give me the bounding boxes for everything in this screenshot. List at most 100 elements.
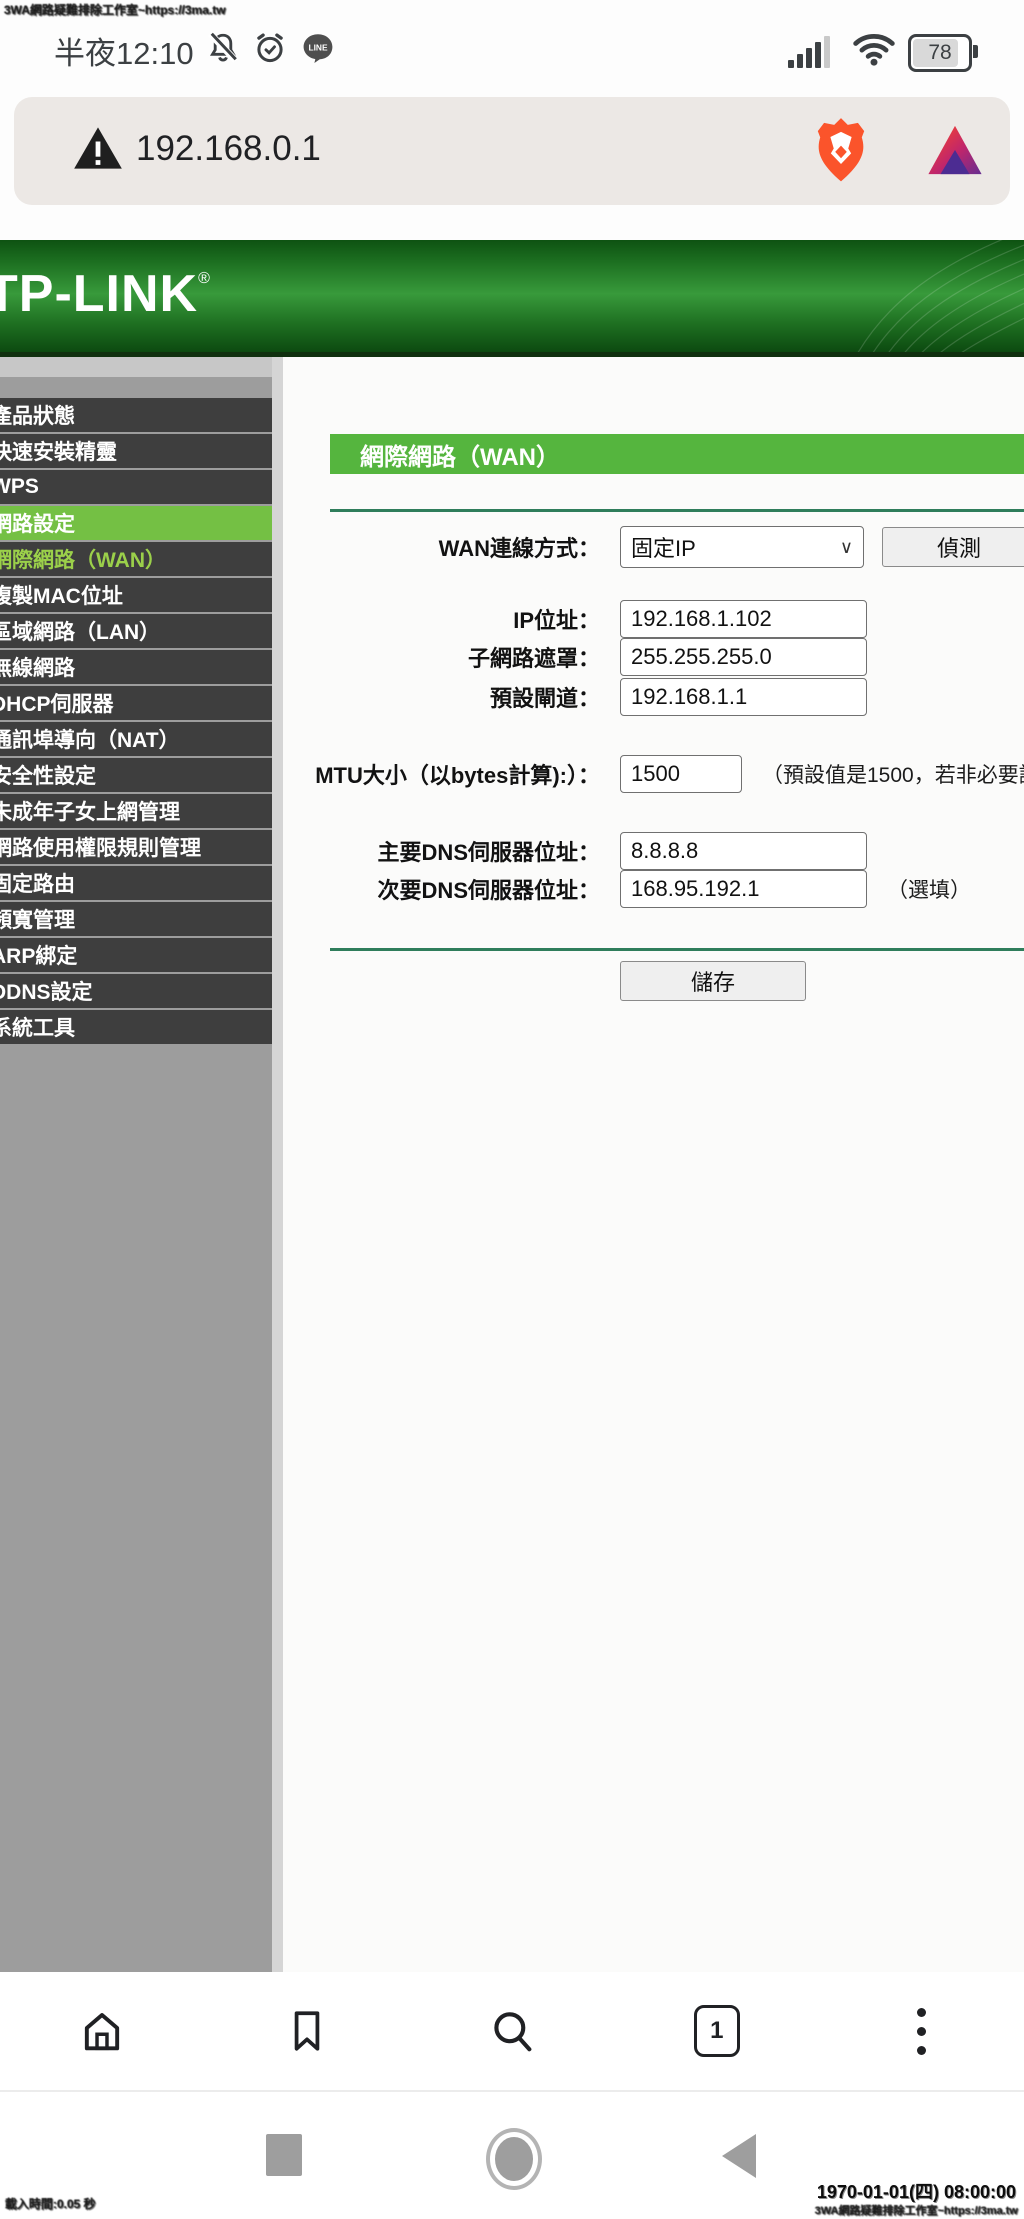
gateway-row: 預設閘道： — [283, 678, 867, 716]
bell-muted-icon — [205, 30, 241, 71]
ip-row: IP位址： — [283, 600, 867, 638]
sidebar-item[interactable]: DHCP伺服器 — [0, 686, 272, 720]
bookmark-icon[interactable] — [277, 2001, 337, 2061]
wan-type-select[interactable]: 固定IP ∨ — [620, 526, 864, 568]
sidebar-item-label: 複製MAC位址 — [0, 580, 123, 610]
back-button[interactable] — [722, 2134, 756, 2178]
battery-percent: 78 — [911, 37, 969, 69]
watermark-top: 3WA網路疑難排除工作室~https://3ma.tw — [4, 1, 226, 18]
tab-count: 1 — [694, 2005, 740, 2057]
dns1-label: 主要DNS伺服器位址： — [283, 835, 600, 867]
sidebar-item-label: 產品狀態 — [0, 400, 75, 430]
sidebar-item-label: ARP綁定 — [0, 940, 77, 970]
sidebar-item[interactable]: DDNS設定 — [0, 974, 272, 1008]
dns2-row: 次要DNS伺服器位址： （選填） — [283, 870, 971, 908]
sidebar-item-label: 通訊埠導向（NAT） — [0, 724, 180, 754]
banner-decoration — [634, 240, 1024, 352]
sidebar-top-strip — [0, 357, 272, 377]
tab-switcher-button[interactable]: 1 — [687, 2001, 747, 2061]
datetime-text: 1970-01-01(四) 08:00:00 — [817, 2178, 1016, 2204]
sidebar-item-label: 頻寬管理 — [0, 904, 75, 934]
page-title-bar: 網際網路（WAN） — [330, 434, 1024, 474]
dns2-input[interactable] — [620, 870, 867, 908]
sidebar-item-label: 網路使用權限規則管理 — [0, 832, 201, 862]
address-bar[interactable]: 192.168.0.1 — [14, 97, 1010, 205]
sidebar-item[interactable]: ARP綁定 — [0, 938, 272, 972]
warning-triangle-icon[interactable] — [72, 123, 124, 178]
gateway-label: 預設閘道： — [283, 681, 600, 713]
detect-button[interactable]: 偵測 — [882, 527, 1024, 567]
chevron-down-icon: ∨ — [840, 537, 853, 558]
sidebar-item-label: 固定路由 — [0, 868, 75, 898]
dns2-note: （選填） — [887, 874, 971, 904]
mtu-input[interactable] — [620, 755, 742, 793]
sidebar-item[interactable]: 安全性設定 — [0, 758, 272, 792]
sidebar-item[interactable]: 頻寬管理 — [0, 902, 272, 936]
sidebar-item-label: 系統工具 — [0, 1012, 75, 1042]
dns1-input[interactable] — [620, 832, 867, 870]
sidebar-item[interactable]: 網路使用權限規則管理 — [0, 830, 272, 864]
watermark-bottom: 3WA網路疑難排除工作室~https://3ma.tw — [815, 2202, 1018, 2218]
wan-type-row: WAN連線方式： 固定IP ∨ 偵測 — [283, 526, 1024, 568]
menu-dots-icon[interactable] — [892, 2001, 952, 2061]
recents-button[interactable] — [266, 2134, 302, 2176]
home-button[interactable] — [486, 2128, 542, 2190]
sidebar-item[interactable]: 網際網路（WAN） — [0, 542, 272, 576]
home-icon[interactable] — [72, 2001, 132, 2061]
sidebar-item-label: 安全性設定 — [0, 760, 96, 790]
page-title: 網際網路（WAN） — [360, 437, 560, 472]
subnet-mask-input[interactable] — [620, 638, 867, 676]
ip-input[interactable] — [620, 600, 867, 638]
save-button[interactable]: 儲存 — [620, 961, 806, 1001]
brave-lion-icon[interactable] — [812, 115, 870, 190]
separator-line — [330, 509, 1024, 512]
sidebar-item[interactable]: 固定路由 — [0, 866, 272, 900]
sidebar-item-label: 網際網路（WAN） — [0, 544, 166, 574]
sidebar-item-label: 網路設定 — [0, 508, 75, 538]
load-time-text: 載入時間:0.05 秒 — [5, 2195, 96, 2212]
separator-line — [330, 948, 1024, 951]
bat-rewards-icon[interactable] — [926, 123, 984, 182]
sidebar-item[interactable]: 通訊埠導向（NAT） — [0, 722, 272, 756]
sidebar-item[interactable]: 無線網路 — [0, 650, 272, 684]
ip-label: IP位址： — [283, 603, 600, 635]
line-app-icon: LINE — [300, 30, 336, 71]
sidebar-item[interactable]: 網路設定 — [0, 506, 272, 540]
sidebar-item[interactable]: 複製MAC位址 — [0, 578, 272, 612]
sidebar-item[interactable]: 快速安裝精靈 — [0, 434, 272, 468]
sidebar-item-label: 未成年子女上網管理 — [0, 796, 180, 826]
mtu-note: （預設值是1500，若非必要請勿更 — [762, 759, 1024, 789]
sidebar-item-label: DDNS設定 — [0, 976, 93, 1006]
sidebar-item[interactable]: 系統工具 — [0, 1010, 272, 1044]
svg-text:LINE: LINE — [308, 43, 327, 53]
wan-type-label: WAN連線方式： — [283, 531, 600, 563]
tplink-logo: TP-LINK® — [0, 264, 211, 324]
clock: 半夜12:10 — [54, 28, 194, 73]
sidebar-item[interactable]: 區域網路（LAN） — [0, 614, 272, 648]
mtu-row: MTU大小（以bytes計算):）： （預設值是1500，若非必要請勿更 — [283, 755, 1024, 793]
sidebar-item-label: 快速安裝精靈 — [0, 436, 117, 466]
status-bar: 半夜12:10 LINE — [0, 18, 1024, 78]
sidebar-item-label: DHCP伺服器 — [0, 688, 114, 718]
sidebar-item[interactable]: 產品狀態 — [0, 398, 272, 432]
battery-icon: 78 — [908, 34, 972, 72]
tplink-banner: TP-LINK® — [0, 240, 1024, 352]
sidebar-item-label: 無線網路 — [0, 652, 75, 682]
signal-strength-icon — [788, 36, 840, 68]
gateway-input[interactable] — [620, 678, 867, 716]
wan-type-value: 固定IP — [631, 531, 696, 563]
browser-bottom-nav: 1 — [0, 1972, 1024, 2092]
sidebar-menu: 產品狀態快速安裝精靈 WPS 網路設定網際網路（WAN） 複製MAC位址區域網路（LA… — [0, 398, 272, 1044]
sidebar-item[interactable]: 未成年子女上網管理 — [0, 794, 272, 828]
url-text[interactable]: 192.168.0.1 — [136, 129, 321, 169]
dns2-label: 次要DNS伺服器位址： — [283, 873, 600, 905]
mtu-label: MTU大小（以bytes計算):）： — [283, 758, 600, 790]
sidebar-item[interactable]: WPS — [0, 470, 272, 504]
search-icon[interactable] — [482, 2001, 542, 2061]
subnet-mask-row: 子網路遮罩： — [283, 638, 867, 676]
sidebar-item-label: WPS — [0, 475, 39, 499]
subnet-mask-label: 子網路遮罩： — [283, 641, 600, 673]
phone-screen: 3WA網路疑難排除工作室~https://3ma.tw 半夜12:10 LINE — [0, 0, 1024, 2219]
alarm-clock-icon — [252, 30, 288, 71]
wifi-icon — [852, 30, 896, 73]
